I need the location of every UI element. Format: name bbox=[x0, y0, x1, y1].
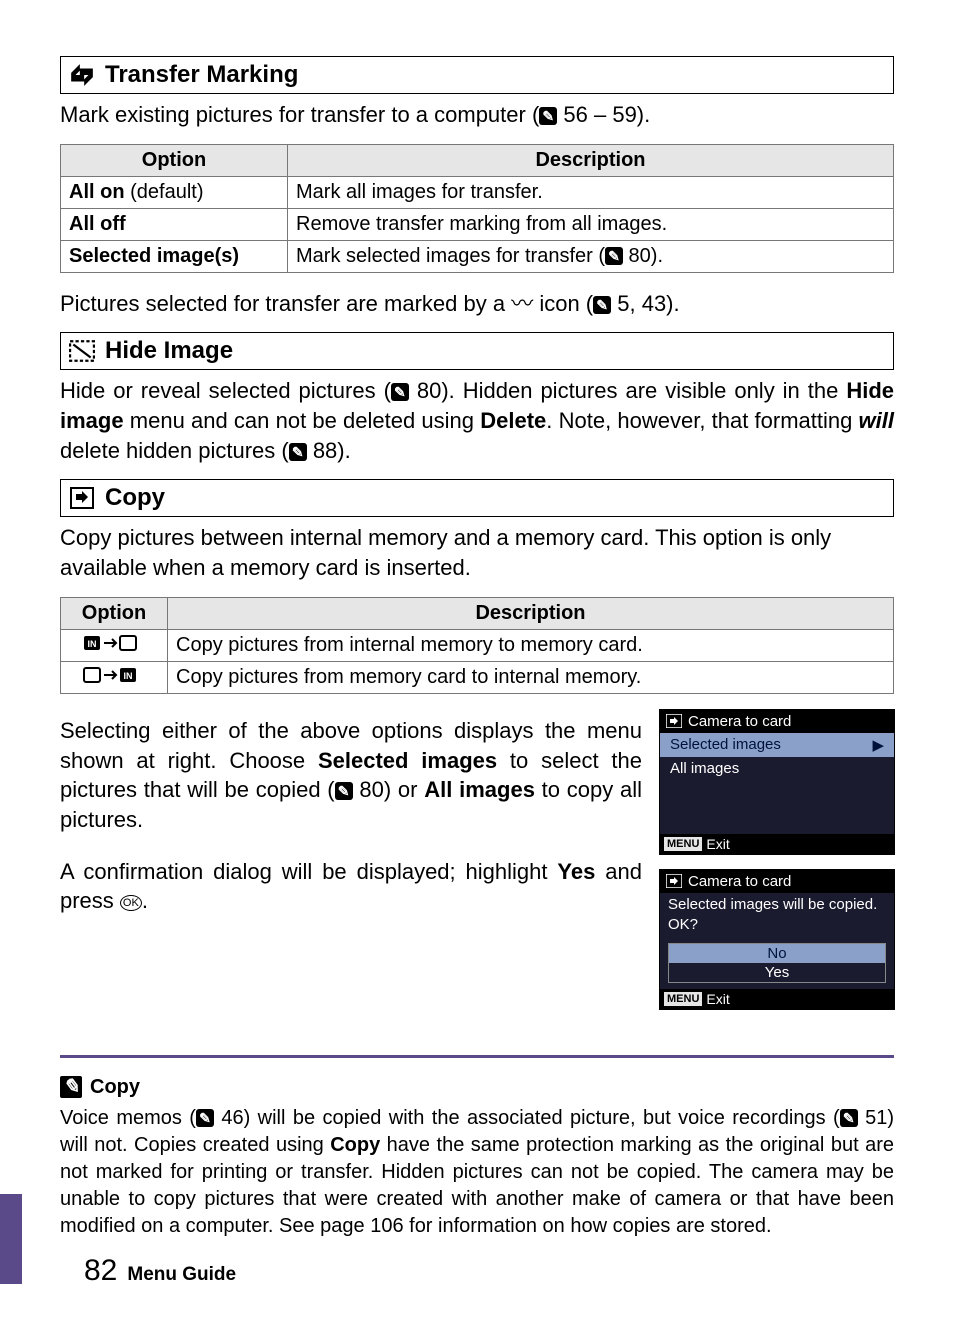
section-title: Copy bbox=[105, 484, 165, 512]
section-title: Transfer Marking bbox=[105, 61, 298, 89]
table-row: IN Copy pictures from internal memory to… bbox=[61, 629, 894, 661]
table-row: Selected image(s) Mark selected images f… bbox=[61, 240, 894, 272]
screen-footer: MENU Exit bbox=[660, 989, 894, 1009]
section-header-copy: Copy bbox=[60, 479, 894, 517]
svg-text:IN: IN bbox=[88, 639, 97, 649]
col-description: Description bbox=[288, 144, 894, 176]
copy-select-paragraph: Selecting either of the above options di… bbox=[60, 716, 642, 835]
copy-icon bbox=[666, 874, 682, 888]
page-ref-icon: ✎ bbox=[593, 296, 611, 314]
screen-copy-menu: Camera to card Selected images ▶ All ima… bbox=[660, 710, 894, 854]
note-heading: ✎ Copy bbox=[60, 1076, 894, 1099]
svg-text:IN: IN bbox=[124, 671, 133, 681]
transfer-intro: Mark existing pictures for transfer to a… bbox=[60, 100, 894, 130]
table-row: All on (default) Mark all images for tra… bbox=[61, 176, 894, 208]
ok-button-icon: OK bbox=[120, 895, 142, 911]
confirm-message: Selected images will be copied. bbox=[660, 893, 894, 916]
hide-icon bbox=[69, 340, 95, 362]
confirm-message: OK? bbox=[660, 916, 894, 939]
screen-title: Camera to card bbox=[660, 870, 894, 893]
page-ref-icon: ✎ bbox=[196, 1109, 214, 1127]
section-title: Hide Image bbox=[105, 337, 233, 365]
page-ref-icon: ✎ bbox=[605, 247, 623, 265]
page-footer: 82 Menu Guide bbox=[60, 1254, 894, 1288]
page-ref-icon: ✎ bbox=[391, 383, 409, 401]
transfer-icon bbox=[69, 64, 95, 86]
page-ref-icon: ✎ bbox=[289, 443, 307, 461]
page-ref-icon: ✎ bbox=[335, 782, 353, 800]
memory-to-card-icon: IN bbox=[61, 629, 168, 661]
confirm-yes[interactable]: Yes bbox=[669, 963, 885, 982]
page-ref-icon: ✎ bbox=[840, 1109, 858, 1127]
section-header-transfer: Transfer Marking bbox=[60, 56, 894, 94]
side-tab bbox=[0, 1194, 22, 1284]
section-header-hide: Hide Image bbox=[60, 332, 894, 370]
col-option: Option bbox=[61, 597, 168, 629]
chevron-right-icon: ▶ bbox=[872, 736, 884, 754]
transfer-mark-icon: 〰 bbox=[511, 291, 533, 316]
screen-footer: MENU Exit bbox=[660, 834, 894, 854]
hide-paragraph: Hide or reveal selected pictures (✎ 80).… bbox=[60, 376, 894, 465]
transfer-options-table: Option Description All on (default) Mark… bbox=[60, 144, 894, 273]
section-name: Menu Guide bbox=[127, 1264, 236, 1286]
table-row: All off Remove transfer marking from all… bbox=[61, 208, 894, 240]
copy-icon bbox=[666, 714, 682, 728]
col-option: Option bbox=[61, 144, 288, 176]
note-icon: ✎ bbox=[60, 1076, 82, 1098]
table-row: IN Copy pictures from memory card to int… bbox=[61, 661, 894, 693]
card-to-memory-icon: IN bbox=[61, 661, 168, 693]
copy-options-table: Option Description IN Copy pictures from… bbox=[60, 597, 894, 694]
screen-title: Camera to card bbox=[660, 710, 894, 733]
divider bbox=[60, 1055, 894, 1058]
col-description: Description bbox=[168, 597, 894, 629]
page-number: 82 bbox=[84, 1254, 117, 1288]
note-paragraph: Voice memos (✎ 46) will be copied with t… bbox=[60, 1105, 894, 1240]
menu-button-icon[interactable]: MENU bbox=[664, 992, 702, 1006]
menu-item-all-images[interactable]: All images bbox=[660, 757, 894, 780]
confirm-no[interactable]: No bbox=[669, 944, 885, 963]
copy-icon bbox=[69, 487, 95, 509]
copy-confirm-paragraph: A confirmation dialog will be displayed;… bbox=[60, 857, 642, 916]
page-ref-icon: ✎ bbox=[539, 107, 557, 125]
transfer-after: Pictures selected for transfer are marke… bbox=[60, 289, 894, 319]
screen-copy-confirm: Camera to card Selected images will be c… bbox=[660, 870, 894, 1009]
menu-item-selected-images[interactable]: Selected images ▶ bbox=[660, 733, 894, 757]
copy-intro: Copy pictures between internal memory an… bbox=[60, 523, 894, 582]
menu-button-icon[interactable]: MENU bbox=[664, 837, 702, 851]
